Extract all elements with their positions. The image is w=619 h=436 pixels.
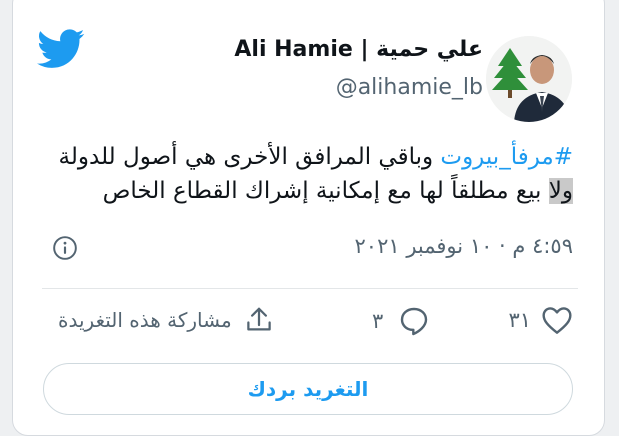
tweet-your-reply-button[interactable]: التغريد بردك (43, 363, 573, 415)
timestamp[interactable]: ٤:٥٩ م · ١٠ نوفمبر ٢٠٢١ (355, 234, 573, 258)
user-handle[interactable]: @alihamie_lb (336, 75, 483, 100)
share-icon (246, 307, 271, 331)
tweet-text-line2: بيع مطلقاً لها مع إمكانية إشراك القطاع ا… (102, 178, 549, 204)
tweet-text-line1: وباقي المرافق الأخرى هي أصول للدولة (58, 144, 441, 170)
tweet-actions: ٣١ ٣ مشاركة هذه التغريدة (0, 305, 619, 345)
share-button[interactable]: مشاركة هذه التغريدة (58, 305, 274, 335)
like-button[interactable]: ٣١ (508, 305, 573, 335)
display-name[interactable]: Ali Hamie | علي حمية (234, 37, 483, 62)
divider (42, 288, 578, 289)
hashtag-link[interactable]: #مرفأ_بيروت (440, 144, 573, 170)
heart-icon (542, 307, 572, 334)
twitter-bird-icon (37, 29, 85, 68)
avatar[interactable] (486, 36, 572, 122)
highlighted-word: ولا (548, 178, 573, 204)
tweet-meta: ٤:٥٩ م · ١٠ نوفمبر ٢٠٢١ (0, 232, 619, 266)
reply-count: ٣ (372, 309, 384, 333)
reply-bubble-icon (401, 307, 428, 336)
tweet-text: #مرفأ_بيروت وباقي المرافق الأخرى هي أصول… (33, 140, 573, 208)
reply-button[interactable]: ٣ (372, 305, 431, 337)
share-label: مشاركة هذه التغريدة (58, 308, 232, 332)
profile-photo (486, 36, 572, 122)
like-count: ٣١ (508, 308, 531, 332)
info-icon[interactable] (52, 235, 78, 261)
